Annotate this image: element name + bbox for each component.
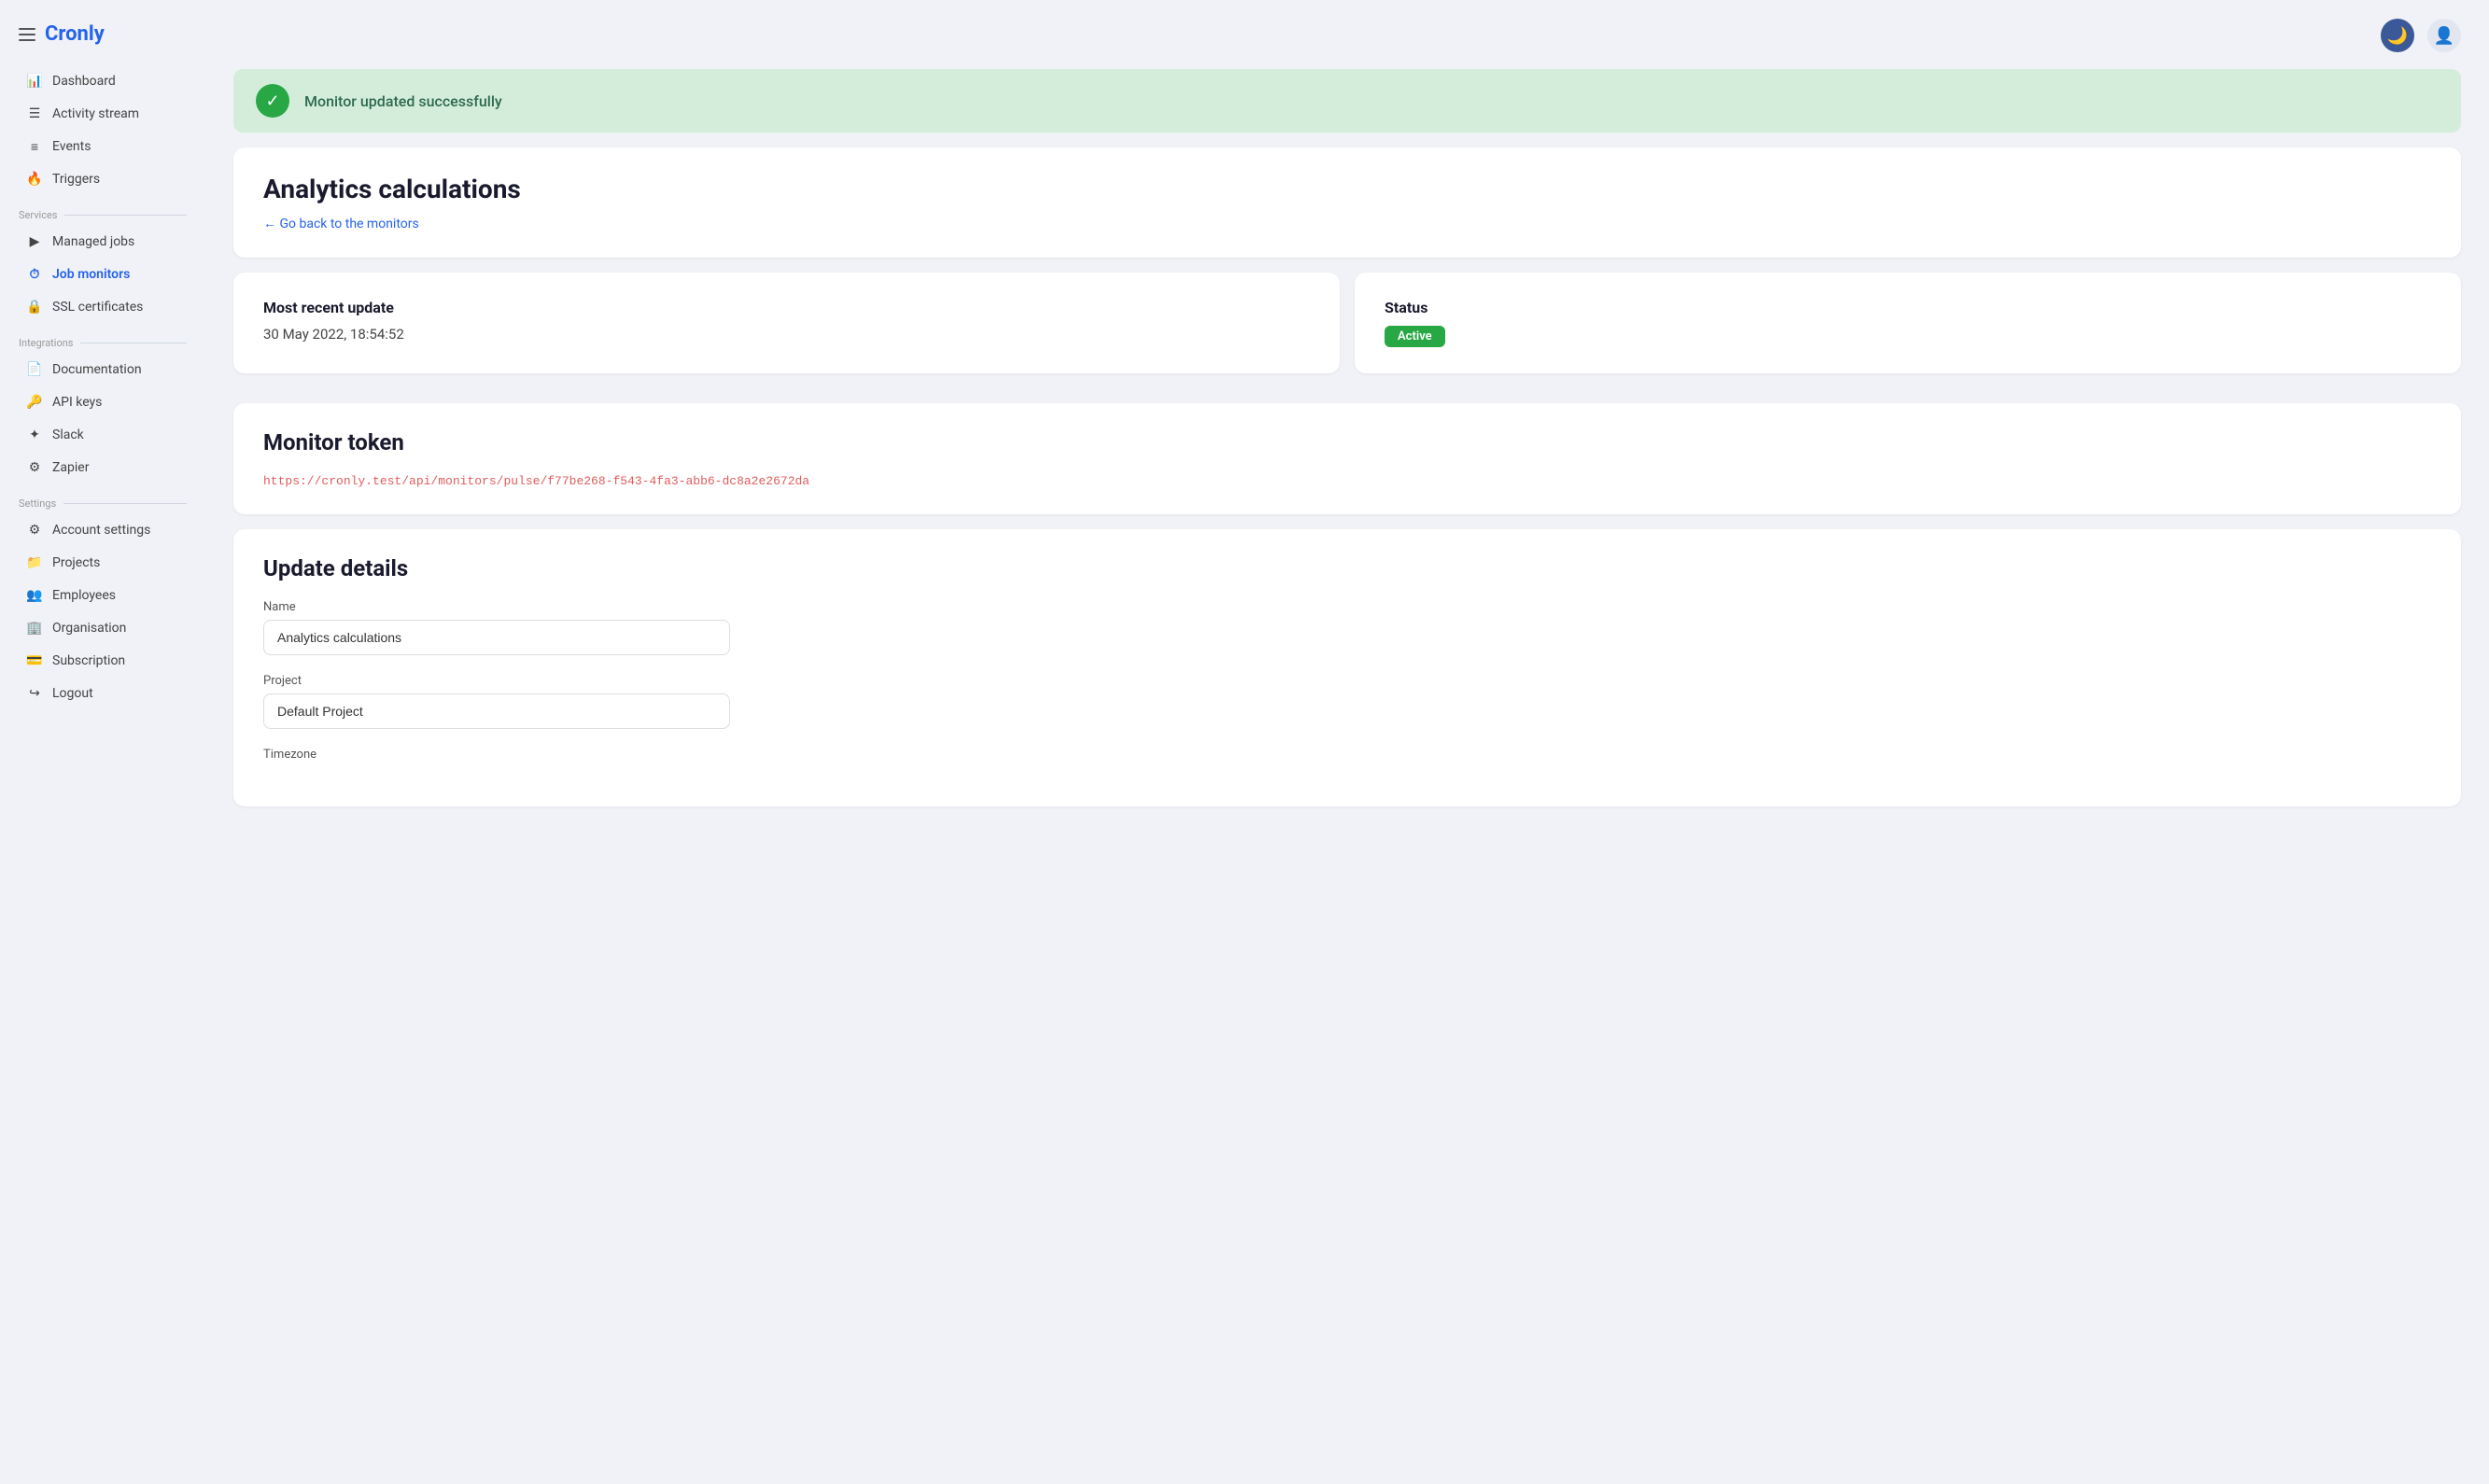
sidebar-header: Cronly <box>0 15 205 64</box>
sidebar-item-label: Zapier <box>52 460 89 475</box>
update-details-card: Update details Name Project Timezone <box>233 529 2461 806</box>
user-icon: 👤 <box>2434 26 2454 46</box>
integrations-section-label: Integrations <box>0 324 205 353</box>
zapier-icon: ⚙ <box>26 459 43 476</box>
most-recent-update-label: Most recent update <box>263 299 1310 316</box>
sidebar-item-subscription[interactable]: 💳 Subscription <box>7 645 198 677</box>
sidebar-item-job-monitors[interactable]: ⏱ Job monitors <box>7 259 198 290</box>
sidebar-item-organisation[interactable]: 🏢 Organisation <box>7 612 198 644</box>
topbar: 🌙 👤 <box>233 19 2461 52</box>
most-recent-update-value: 30 May 2022, 18:54:52 <box>263 326 1310 343</box>
name-input[interactable] <box>263 620 730 655</box>
project-input[interactable] <box>263 693 730 729</box>
sidebar-item-label: Projects <box>52 555 100 570</box>
most-recent-update-card: Most recent update 30 May 2022, 18:54:52 <box>233 273 1340 373</box>
sidebar-item-label: Triggers <box>52 172 100 187</box>
main-content: 🌙 👤 ✓ Monitor updated successfully Analy… <box>205 0 2489 1484</box>
account-settings-icon: ⚙ <box>26 522 43 539</box>
sidebar-item-label: Slack <box>52 427 84 442</box>
sidebar-item-label: Managed jobs <box>52 234 134 249</box>
events-icon: ≡ <box>26 138 43 155</box>
sidebar-item-label: Logout <box>52 686 93 701</box>
sidebar-item-label: API keys <box>52 395 102 410</box>
sidebar-item-slack[interactable]: ✦ Slack <box>7 419 198 451</box>
organisation-icon: 🏢 <box>26 620 43 637</box>
managed-jobs-icon: ▶ <box>26 233 43 250</box>
success-banner: ✓ Monitor updated successfully <box>233 69 2461 133</box>
services-section-label: Services <box>0 196 205 225</box>
stats-row: Most recent update 30 May 2022, 18:54:52… <box>233 273 2461 388</box>
title-card: Analytics calculations ← Go back to the … <box>233 147 2461 258</box>
sidebar-item-label: Activity stream <box>52 106 139 121</box>
triggers-icon: 🔥 <box>26 171 43 188</box>
user-menu-button[interactable]: 👤 <box>2427 19 2461 52</box>
update-details-title: Update details <box>263 555 2431 581</box>
status-card: Status Active <box>1355 273 2461 373</box>
success-message: Monitor updated successfully <box>304 92 502 110</box>
sidebar-item-label: Employees <box>52 588 116 603</box>
sidebar-item-employees[interactable]: 👥 Employees <box>7 580 198 611</box>
sidebar-item-triggers[interactable]: 🔥 Triggers <box>7 163 198 195</box>
timezone-field-group: Timezone <box>263 748 2431 762</box>
sidebar-item-label: Subscription <box>52 653 125 668</box>
page-title: Analytics calculations <box>263 174 2431 204</box>
logout-icon: ↪ <box>26 685 43 702</box>
status-label: Status <box>1385 299 2431 316</box>
sidebar-item-label: Account settings <box>52 523 150 538</box>
sidebar-item-label: Organisation <box>52 621 126 636</box>
sidebar-item-activity-stream[interactable]: ☰ Activity stream <box>7 98 198 130</box>
dashboard-icon: 📊 <box>26 73 43 90</box>
token-url[interactable]: https://cronly.test/api/monitors/pulse/f… <box>263 474 2431 488</box>
project-field-group: Project <box>263 674 2431 729</box>
sidebar-item-label: Events <box>52 139 91 154</box>
name-label: Name <box>263 600 2431 614</box>
status-badge: Active <box>1385 326 1445 347</box>
settings-section-label: Settings <box>0 484 205 513</box>
sidebar: Cronly 📊 Dashboard☰ Activity stream≡ Eve… <box>0 0 205 1484</box>
app-logo: Cronly <box>45 22 105 46</box>
activity-stream-icon: ☰ <box>26 105 43 122</box>
sidebar-item-label: Dashboard <box>52 74 116 89</box>
sidebar-item-label: Documentation <box>52 362 142 377</box>
job-monitors-icon: ⏱ <box>26 266 43 283</box>
projects-icon: 📁 <box>26 554 43 571</box>
slack-icon: ✦ <box>26 427 43 443</box>
sidebar-item-ssl-certificates[interactable]: 🔒 SSL certificates <box>7 291 198 323</box>
sidebar-item-zapier[interactable]: ⚙ Zapier <box>7 452 198 483</box>
sidebar-item-dashboard[interactable]: 📊 Dashboard <box>7 65 198 97</box>
menu-toggle-button[interactable] <box>19 28 35 41</box>
dark-mode-toggle[interactable]: 🌙 <box>2381 19 2414 52</box>
sidebar-item-logout[interactable]: ↪ Logout <box>7 678 198 709</box>
ssl-certificates-icon: 🔒 <box>26 299 43 315</box>
project-label: Project <box>263 674 2431 688</box>
sidebar-item-managed-jobs[interactable]: ▶ Managed jobs <box>7 226 198 258</box>
sidebar-item-events[interactable]: ≡ Events <box>7 131 198 162</box>
name-field-group: Name <box>263 600 2431 655</box>
success-check-icon: ✓ <box>256 84 289 118</box>
sidebar-item-account-settings[interactable]: ⚙ Account settings <box>7 514 198 546</box>
api-keys-icon: 🔑 <box>26 394 43 411</box>
sidebar-item-documentation[interactable]: 📄 Documentation <box>7 354 198 385</box>
subscription-icon: 💳 <box>26 652 43 669</box>
monitor-token-card: Monitor token https://cronly.test/api/mo… <box>233 403 2461 514</box>
sidebar-item-projects[interactable]: 📁 Projects <box>7 547 198 579</box>
moon-icon: 🌙 <box>2387 26 2408 46</box>
employees-icon: 👥 <box>26 587 43 604</box>
documentation-icon: 📄 <box>26 361 43 378</box>
back-link[interactable]: ← Go back to the monitors <box>263 216 2431 231</box>
monitor-token-title: Monitor token <box>263 429 2431 455</box>
sidebar-item-label: Job monitors <box>52 267 130 282</box>
timezone-label: Timezone <box>263 748 2431 762</box>
sidebar-item-label: SSL certificates <box>52 300 143 315</box>
sidebar-item-api-keys[interactable]: 🔑 API keys <box>7 386 198 418</box>
